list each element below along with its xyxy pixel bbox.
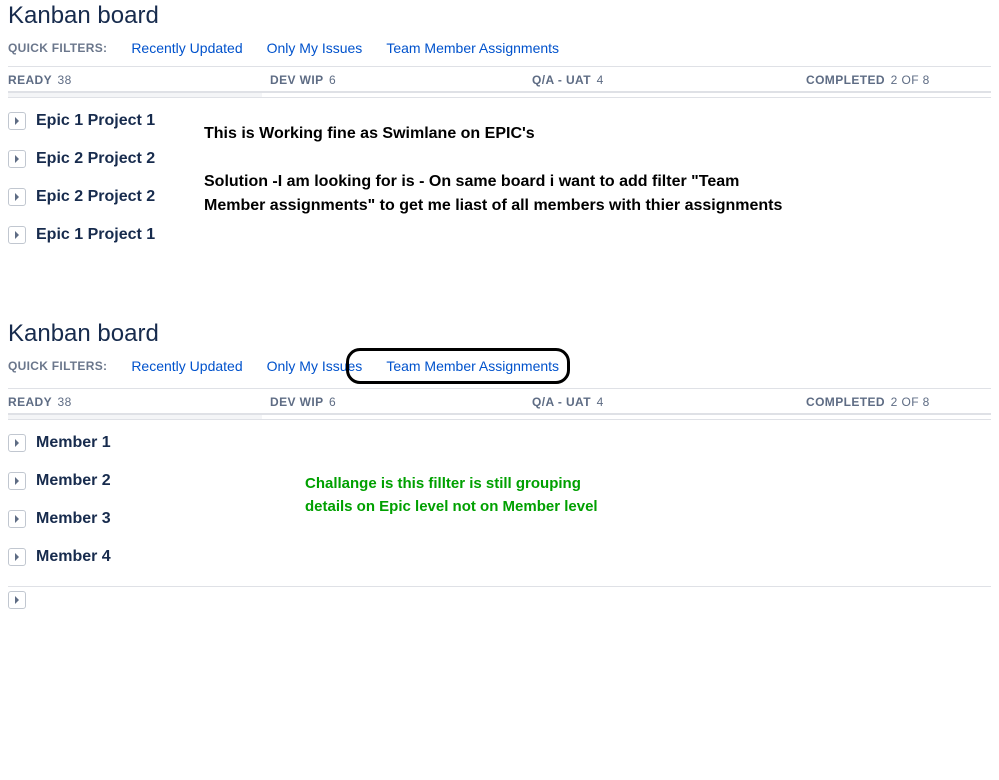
swimlane-epic[interactable]: Epic 1 Project 1 [8, 226, 991, 244]
annotation-challenge: Challange is this fillter is still group… [305, 472, 615, 519]
swimlane-title: Member 1 [36, 434, 111, 452]
col-dev-wip: DEV WIP 6 [270, 395, 524, 409]
card-strip [8, 92, 991, 98]
quick-filters-label: QUICK FILTERS: [8, 359, 107, 373]
swimlane-title: Member 2 [36, 472, 111, 490]
chevron-right-icon[interactable] [8, 434, 26, 452]
chevron-right-icon[interactable] [8, 510, 26, 528]
annotation-solution: Solution -I am looking for is - On same … [204, 170, 794, 218]
swimlane-title: Epic 2 Project 2 [36, 150, 155, 168]
swimlane-member[interactable]: Member 4 [8, 548, 991, 566]
filter-only-my-issues[interactable]: Only My Issues [267, 40, 363, 56]
col-completed: COMPLETED 2 OF 8 [806, 395, 930, 409]
board-bottom: Kanban board QUICK FILTERS: Recently Upd… [0, 320, 999, 674]
page-title: Kanban board [8, 2, 991, 30]
filter-team-member-assignments[interactable]: Team Member Assignments [386, 358, 559, 374]
swimlane-title: Member 4 [36, 548, 111, 566]
swimlane-title: Member 3 [36, 510, 111, 528]
chevron-right-icon[interactable] [8, 112, 26, 130]
chevron-right-icon[interactable] [8, 591, 26, 609]
col-ready: READY 38 [8, 395, 262, 409]
card-strip [8, 414, 991, 420]
swimlane-title: Epic 1 Project 1 [36, 112, 155, 130]
col-ready: READY 38 [8, 73, 262, 87]
swimlane-member[interactable]: Member 1 [8, 434, 991, 452]
quick-filters-row: QUICK FILTERS: Recently Updated Only My … [8, 40, 991, 56]
swimlane-title: Epic 1 Project 1 [36, 226, 155, 244]
filter-team-member-assignments[interactable]: Team Member Assignments [386, 40, 559, 56]
filter-recently-updated[interactable]: Recently Updated [131, 40, 242, 56]
filter-only-my-issues[interactable]: Only My Issues [267, 358, 363, 374]
chevron-right-icon[interactable] [8, 226, 26, 244]
quick-filters-label: QUICK FILTERS: [8, 41, 107, 55]
chevron-right-icon[interactable] [8, 472, 26, 490]
swimlane-empty[interactable] [8, 586, 991, 612]
column-headers: READY 38 DEV WIP 6 Q/A - UAT 4 COMPLETED… [8, 66, 991, 92]
filter-recently-updated[interactable]: Recently Updated [131, 358, 242, 374]
col-dev-wip: DEV WIP 6 [270, 73, 524, 87]
col-qa-uat: Q/A - UAT 4 [532, 395, 798, 409]
column-headers: READY 38 DEV WIP 6 Q/A - UAT 4 COMPLETED… [8, 388, 991, 414]
board-top: Kanban board QUICK FILTERS: Recently Upd… [0, 2, 999, 292]
col-qa-uat: Q/A - UAT 4 [532, 73, 798, 87]
swimlane-title: Epic 2 Project 2 [36, 188, 155, 206]
annotation-working-fine: This is Working fine as Swimlane on EPIC… [204, 122, 804, 146]
swimlanes-area-members: Member 1 Member 2 Member 3 Member 4 Cha [8, 434, 991, 674]
swimlanes-area-epics: Epic 1 Project 1 Epic 2 Project 2 Epic 2… [8, 112, 991, 292]
chevron-right-icon[interactable] [8, 150, 26, 168]
col-completed: COMPLETED 2 OF 8 [806, 73, 930, 87]
swimlane-epic[interactable]: Epic 2 Project 2 [8, 150, 991, 168]
page-title: Kanban board [8, 320, 991, 348]
chevron-right-icon[interactable] [8, 188, 26, 206]
quick-filters-row: QUICK FILTERS: Recently Updated Only My … [8, 358, 991, 374]
chevron-right-icon[interactable] [8, 548, 26, 566]
